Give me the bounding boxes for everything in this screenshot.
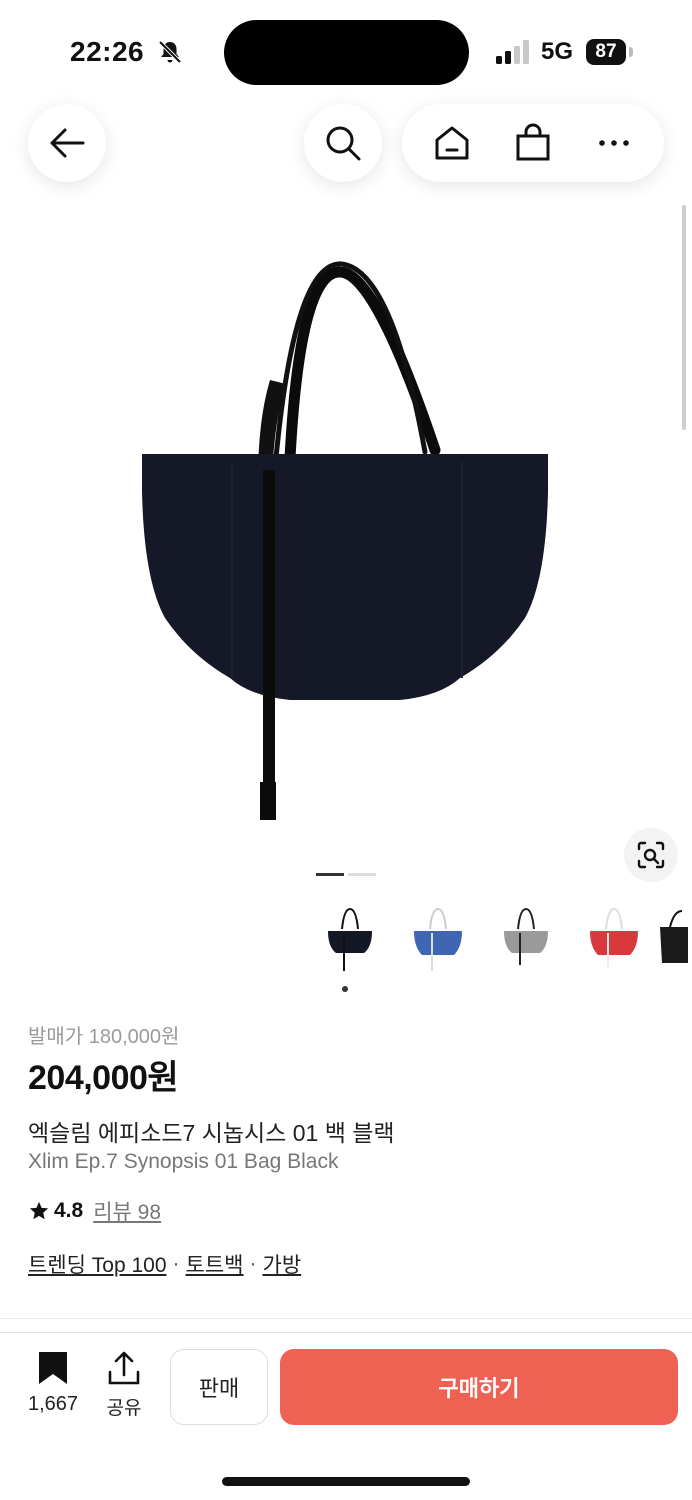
tag-separator: · (249, 1252, 257, 1275)
color-thumbnails (306, 898, 688, 978)
dynamic-island (224, 20, 469, 85)
more-icon (598, 140, 629, 146)
thumbnail-black[interactable] (306, 898, 394, 978)
shopping-bag-icon (516, 123, 550, 161)
network-type: 5G (541, 38, 574, 65)
bag-thumbnail (590, 907, 638, 969)
bag-thumbnail (660, 910, 688, 963)
bag-thumbnail (414, 907, 462, 971)
product-image[interactable] (0, 200, 692, 860)
pager-dot-active (316, 873, 344, 876)
thumbnail-black-2[interactable] (658, 898, 688, 978)
back-arrow-icon (50, 128, 85, 158)
product-name-korean: 엑슬림 에피소드7 시놉시스 01 백 블랙 (28, 1120, 395, 1146)
home-button[interactable] (422, 113, 482, 173)
current-price: 204,000원 (28, 1059, 179, 1097)
release-price: 발매가 180,000원 (28, 1026, 180, 1048)
thumbnail-gray[interactable] (482, 898, 570, 978)
bookmark-count: 1,667 (27, 1393, 79, 1415)
selected-thumbnail-dot (342, 986, 348, 992)
star-icon (29, 1201, 49, 1220)
home-indicator (222, 1477, 470, 1486)
bag-thumbnail (328, 907, 372, 971)
search-button[interactable] (304, 104, 382, 182)
pager-dot (348, 873, 376, 876)
product-name-english: Xlim Ep.7 Synopsis 01 Bag Black (28, 1150, 339, 1173)
tag-bag[interactable]: 가방 (263, 1249, 302, 1279)
sell-button[interactable]: 판매 (170, 1349, 268, 1425)
image-pager (316, 873, 376, 876)
review-link[interactable]: 리뷰 98 (93, 1196, 161, 1226)
cart-button[interactable] (503, 113, 563, 173)
home-icon (435, 126, 469, 160)
share-icon (108, 1351, 140, 1385)
rating-row: 4.8 리뷰 98 (28, 1196, 161, 1226)
bookmark-button[interactable]: 1,667 (24, 1350, 82, 1416)
rating-value: 4.8 (54, 1199, 84, 1222)
back-button[interactable] (28, 104, 106, 182)
tag-separator: · (172, 1252, 180, 1275)
more-button[interactable] (584, 113, 644, 173)
cellular-signal-icon (496, 40, 529, 64)
nav-action-group (402, 104, 664, 182)
share-label: 공유 (106, 1398, 142, 1419)
thumbnail-red[interactable] (570, 898, 658, 978)
thumbnail-blue[interactable] (394, 898, 482, 978)
status-time: 22:26 (70, 36, 145, 67)
search-icon (326, 126, 361, 161)
battery-level: 87 (586, 39, 626, 65)
category-tags: 트렌딩 Top 100 · 토트백 · 가방 (28, 1249, 301, 1279)
bag-thumbnail (504, 907, 548, 965)
bookmark-icon (39, 1352, 67, 1384)
visual-search-button[interactable] (624, 828, 678, 882)
bell-muted-icon (158, 40, 182, 64)
bottom-bar-divider (0, 1332, 692, 1333)
divider (0, 1318, 692, 1319)
tag-tote[interactable]: 토트백 (186, 1249, 244, 1279)
status-bar: 22:26 5G 87 (0, 0, 692, 100)
tag-trending[interactable]: 트렌딩 Top 100 (28, 1249, 167, 1279)
buy-button[interactable]: 구매하기 (280, 1349, 678, 1425)
camera-scan-icon (637, 841, 665, 869)
share-button[interactable]: 공유 (100, 1350, 148, 1420)
battery-tip (629, 47, 633, 57)
